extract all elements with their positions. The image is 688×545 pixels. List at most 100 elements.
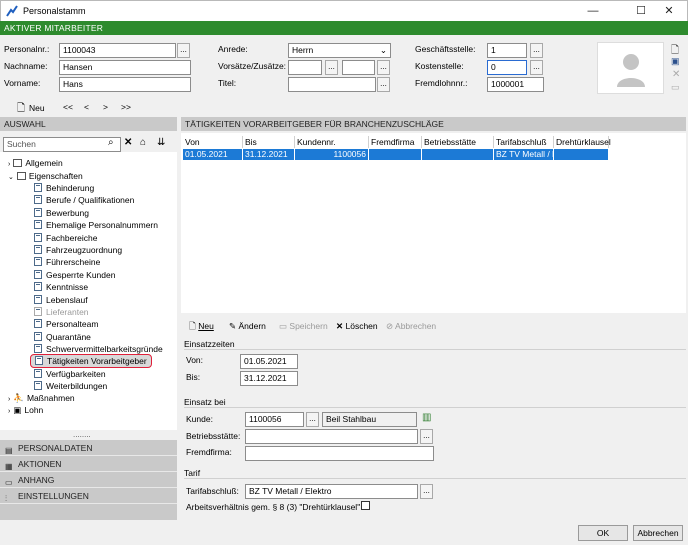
- bis-date-field[interactable]: 31.12.2021: [240, 371, 298, 386]
- kostenstelle-label: Kostenstelle:: [415, 61, 464, 71]
- tree-item-berufe[interactable]: Berufe / Qualifikationen: [34, 194, 134, 206]
- tree-item-lebenslauf[interactable]: Lebenslauf: [34, 294, 88, 306]
- column-header-fremdfirma[interactable]: Fremdfirma: [369, 136, 422, 148]
- action-new-button[interactable]: 🗋 Neu: [189, 320, 214, 332]
- zusaetze-field[interactable]: [342, 60, 375, 75]
- camera-icon[interactable]: ▣: [671, 56, 680, 67]
- column-header-tarifabschluss[interactable]: Tarifabschluß: [494, 136, 554, 148]
- fremdfirma-label: Fremdfirma:: [186, 447, 232, 457]
- first-record-button[interactable]: <<: [63, 102, 73, 112]
- collapse-icon[interactable]: ⇊: [157, 137, 165, 148]
- table-row[interactable]: 01.05.2021 31.12.2021 1100056 BZ TV Meta…: [183, 149, 609, 160]
- tree-item-gesperrte-kunden[interactable]: Gesperrte Kunden: [34, 269, 115, 281]
- column-header-bis[interactable]: Bis: [243, 136, 295, 148]
- expand-icon: ›: [8, 161, 11, 168]
- runner-icon: ⛹: [13, 393, 24, 403]
- vorsaetze-field[interactable]: [288, 60, 322, 75]
- tree-item-bewerbung[interactable]: Bewerbung: [34, 207, 89, 219]
- nav-einstellungen[interactable]: ⫶ EINSTELLUNGEN: [0, 488, 177, 504]
- nachname-field[interactable]: Hansen: [59, 60, 191, 75]
- new-button[interactable]: Neu: [29, 103, 45, 113]
- tree-item-allgemein[interactable]: › Allgemein: [8, 157, 63, 169]
- building-icon[interactable]: ▥: [422, 412, 431, 423]
- more-indicator[interactable]: ........: [73, 430, 91, 439]
- tree-item-massnahmen[interactable]: › ⛹ Maßnahmen: [8, 392, 75, 404]
- action-cancel-button[interactable]: ⊘ Abbrechen: [386, 320, 436, 332]
- betriebsstaette-label: Betriebsstätte:: [186, 431, 241, 441]
- fremdfirma-field[interactable]: [245, 446, 434, 461]
- von-label: Von:: [186, 355, 204, 365]
- tree-item-behinderung[interactable]: Behinderung: [34, 182, 94, 194]
- nav-anhang[interactable]: ▭ ANHANG: [0, 472, 177, 488]
- kostenstelle-field[interactable]: 0: [487, 60, 527, 75]
- fremdlohnnr-field[interactable]: 1000001: [487, 77, 544, 92]
- last-record-button[interactable]: >>: [121, 102, 131, 112]
- kunde-name-field: Beil Stahlbau: [322, 412, 417, 427]
- close-button[interactable]: ✕: [649, 1, 688, 21]
- geschaeftsstelle-label: Geschäftsstelle:: [415, 44, 476, 54]
- minimize-button[interactable]: —: [573, 1, 613, 21]
- previous-record-button[interactable]: <: [84, 102, 89, 112]
- column-header-von[interactable]: Von: [183, 136, 243, 148]
- titel-lookup-button[interactable]: ...: [377, 77, 390, 92]
- tree-item-ehemalige-personalnummern[interactable]: Ehemalige Personalnummern: [34, 219, 158, 231]
- tree-item-fuehrerscheine[interactable]: Führerscheine: [34, 256, 100, 268]
- kunde-lookup-button[interactable]: ...: [306, 412, 319, 427]
- anrede-select[interactable]: Herrn ⌄: [288, 43, 391, 58]
- betriebsstaette-field[interactable]: [245, 429, 418, 444]
- pencil-icon: ✎: [229, 321, 237, 331]
- nav-aktionen[interactable]: ▦ AKTIONEN: [0, 456, 177, 472]
- betriebsstaette-lookup-button[interactable]: ...: [420, 429, 433, 444]
- von-date-field[interactable]: 01.05.2021: [240, 354, 298, 369]
- document-icon: [34, 344, 42, 353]
- tree-item-personalteam[interactable]: Personalteam: [34, 318, 98, 330]
- document-icon: [35, 356, 43, 365]
- search-icon[interactable]: ⌕: [108, 137, 114, 148]
- vorname-field[interactable]: Hans: [59, 77, 191, 92]
- vorsaetze-lookup-button[interactable]: ...: [325, 60, 338, 75]
- geschaeftsstelle-field[interactable]: 1: [487, 43, 527, 58]
- home-icon[interactable]: ⌂: [140, 137, 146, 148]
- tree-item-eigenschaften[interactable]: ⌄ Eigenschaften: [8, 170, 83, 182]
- column-header-kundennr[interactable]: Kundennr.: [295, 136, 369, 148]
- zusaetze-lookup-button[interactable]: ...: [377, 60, 390, 75]
- einsatzbei-section-title: Einsatz bei: [184, 396, 686, 408]
- geschaeftsstelle-lookup-button[interactable]: ...: [530, 43, 543, 58]
- personalnr-field[interactable]: 1100043: [59, 43, 176, 58]
- cell-betriebsstaette: [422, 149, 494, 160]
- tree-item-fachbereiche[interactable]: Fachbereiche: [34, 232, 98, 244]
- tree-item-kenntnisse[interactable]: Kenntnisse: [34, 281, 88, 293]
- tree-item-taetigkeiten-vorarbeitgeber[interactable]: Tätigkeiten Vorarbeitgeber: [30, 354, 152, 368]
- kunde-nr-field[interactable]: 1100056: [245, 412, 304, 427]
- nachname-label: Nachname:: [4, 61, 48, 71]
- tree-item-verfuegbarkeiten[interactable]: Verfügbarkeiten: [34, 368, 106, 380]
- next-record-button[interactable]: >: [103, 102, 108, 112]
- kostenstelle-lookup-button[interactable]: ...: [530, 60, 543, 75]
- tree-item-fahrzeugzuordnung[interactable]: Fahrzeugzuordnung: [34, 244, 122, 256]
- search-input[interactable]: Suchen: [3, 137, 121, 152]
- personalnr-lookup-button[interactable]: ...: [177, 43, 190, 58]
- nav-personaldaten[interactable]: ▤ PERSONALDATEN: [0, 440, 177, 456]
- column-header-betriebsstaette[interactable]: Betriebsstätte: [422, 136, 494, 148]
- cancel-button[interactable]: Abbrechen: [633, 525, 683, 541]
- delete-icon[interactable]: ✕: [672, 69, 680, 80]
- tree-item-quarantaene[interactable]: Quarantäne: [34, 331, 91, 343]
- column-header-drehtuerklausel[interactable]: Drehtürklausel: [554, 136, 611, 148]
- document-icon: [34, 295, 42, 304]
- tarifabschluss-lookup-button[interactable]: ...: [420, 484, 433, 499]
- action-save-button[interactable]: ▭ Speichern: [279, 320, 328, 332]
- money-icon: ▣: [13, 405, 22, 415]
- clear-search-icon[interactable]: ✕: [124, 137, 132, 148]
- tarifabschluss-field[interactable]: BZ TV Metall / Elektro: [245, 484, 418, 499]
- save-icon[interactable]: ▭: [671, 82, 680, 93]
- taetigkeiten-grid: Von Bis Kundennr. Fremdfirma Betriebsstä…: [181, 133, 686, 313]
- tree-item-lieferanten[interactable]: Lieferanten: [34, 306, 89, 318]
- tree-item-lohn[interactable]: › ▣ Lohn: [8, 404, 43, 416]
- action-edit-button[interactable]: ✎ Ändern: [229, 320, 266, 332]
- tree-item-weiterbildungen[interactable]: Weiterbildungen: [34, 380, 107, 392]
- action-delete-button[interactable]: ✕ Löschen: [336, 320, 378, 332]
- titel-field[interactable]: [288, 77, 376, 92]
- drehtuerklausel-checkbox[interactable]: [361, 501, 370, 510]
- ok-button[interactable]: OK: [578, 525, 628, 541]
- avatar[interactable]: [597, 42, 664, 94]
